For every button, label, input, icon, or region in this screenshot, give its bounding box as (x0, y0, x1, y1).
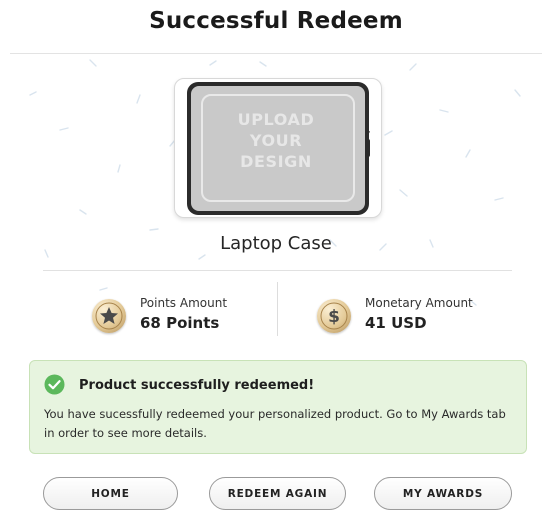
stats-divider (277, 282, 278, 336)
svg-text:$: $ (328, 307, 340, 327)
page-title: Successful Redeem (149, 8, 403, 34)
home-button[interactable]: HOME (43, 477, 178, 510)
product-divider (43, 270, 512, 271)
title-divider (10, 53, 542, 54)
success-title: Product successfully redeemed! (79, 378, 315, 393)
product-name: Laptop Case (220, 233, 332, 254)
monetary-amount-label: Monetary Amount (365, 296, 473, 310)
points-amount-label: Points Amount (140, 296, 228, 310)
product-image-caption: UPLOAD YOUR DESIGN (237, 110, 315, 171)
success-message: You have sucessfully redeemed your perso… (44, 407, 506, 440)
product-image: UPLOAD YOUR DESIGN (174, 78, 382, 218)
check-circle-icon (44, 374, 65, 395)
star-coin-icon (92, 299, 126, 333)
points-amount-value: 68 Points (140, 314, 220, 332)
success-alert: Product successfully redeemed! You have … (29, 360, 527, 454)
redeem-again-button[interactable]: REDEEM AGAIN (209, 477, 346, 510)
dollar-coin-icon: $ (317, 299, 351, 333)
my-awards-button[interactable]: MY AWARDS (374, 477, 512, 510)
monetary-amount-value: 41 USD (365, 314, 427, 332)
